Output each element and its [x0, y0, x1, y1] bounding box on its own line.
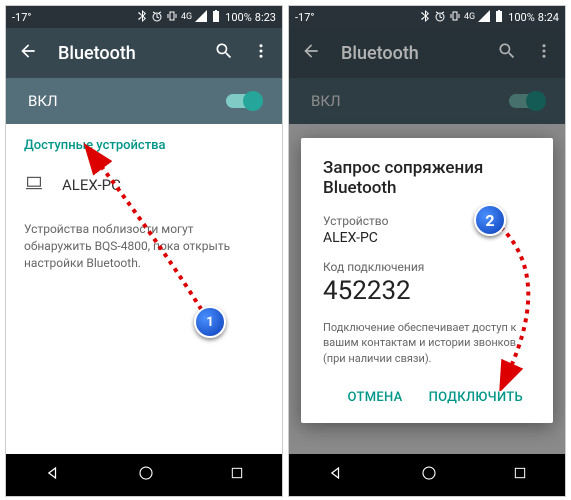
- network-label: 4G: [464, 12, 475, 22]
- status-icons: 4G 100% 8:23: [136, 10, 276, 25]
- annotation-marker-2: 2: [474, 204, 506, 236]
- nav-back-icon[interactable]: [326, 463, 346, 487]
- battery-icon: [493, 10, 505, 25]
- app-bar: Bluetooth: [6, 28, 282, 78]
- bluetooth-icon: [136, 10, 148, 25]
- status-bar: -17° 4G 100% 8:23: [6, 6, 282, 28]
- bluetooth-switch[interactable]: [509, 94, 543, 108]
- annotation-marker-1: 1: [194, 306, 226, 338]
- temperature: -17°: [295, 11, 315, 24]
- laptop-icon: [24, 175, 44, 195]
- nav-bar: [289, 454, 565, 496]
- nav-recent-icon[interactable]: [512, 465, 528, 485]
- content-area: Доступные устройства ALEX-PC Устройства …: [6, 124, 282, 454]
- network-label: 4G: [181, 12, 192, 22]
- dialog-title: Запрос сопряжения Bluetooth: [323, 158, 531, 198]
- battery-icon: [210, 10, 222, 25]
- more-icon[interactable]: [252, 42, 270, 64]
- screenshot-left: -17° 4G 100% 8:23 Bluetooth: [5, 5, 283, 497]
- back-icon[interactable]: [301, 41, 321, 65]
- app-bar: Bluetooth: [289, 28, 565, 78]
- page-title: Bluetooth: [341, 43, 477, 64]
- alarm-icon: [434, 10, 446, 25]
- search-icon[interactable]: [497, 41, 517, 65]
- more-icon[interactable]: [535, 42, 553, 64]
- clock: 8:23: [255, 11, 276, 24]
- status-icons: 4G 100% 8:24: [419, 10, 559, 25]
- battery-pct: 100%: [508, 11, 535, 24]
- nav-back-icon[interactable]: [43, 463, 63, 487]
- vibrate-icon: [166, 10, 178, 25]
- cancel-button[interactable]: ОТМЕНА: [340, 380, 411, 415]
- nav-recent-icon[interactable]: [229, 465, 245, 485]
- signal-icon: [195, 10, 207, 25]
- back-icon[interactable]: [18, 41, 38, 65]
- screenshot-right: -17° 4G 100% 8:24 Bluetooth ВКЛ Доступны…: [288, 5, 566, 497]
- toggle-bar: ВКЛ: [289, 78, 565, 124]
- clock: 8:24: [538, 11, 559, 24]
- nav-home-icon[interactable]: [137, 464, 155, 486]
- status-bar: -17° 4G 100% 8:24: [289, 6, 565, 28]
- bluetooth-icon: [419, 10, 431, 25]
- vibrate-icon: [449, 10, 461, 25]
- battery-pct: 100%: [225, 11, 252, 24]
- alarm-icon: [151, 10, 163, 25]
- nav-home-icon[interactable]: [420, 464, 438, 486]
- signal-icon: [478, 10, 490, 25]
- toggle-bar: ВКЛ: [6, 78, 282, 124]
- annotation-arrow-2: [449, 211, 566, 391]
- nav-bar: [6, 454, 282, 496]
- search-icon[interactable]: [214, 41, 234, 65]
- temperature: -17°: [12, 11, 32, 24]
- page-title: Bluetooth: [58, 43, 194, 64]
- bluetooth-switch[interactable]: [226, 94, 260, 108]
- annotation-arrow-1: [66, 142, 226, 332]
- toggle-label: ВКЛ: [28, 92, 58, 110]
- toggle-label: ВКЛ: [311, 92, 341, 110]
